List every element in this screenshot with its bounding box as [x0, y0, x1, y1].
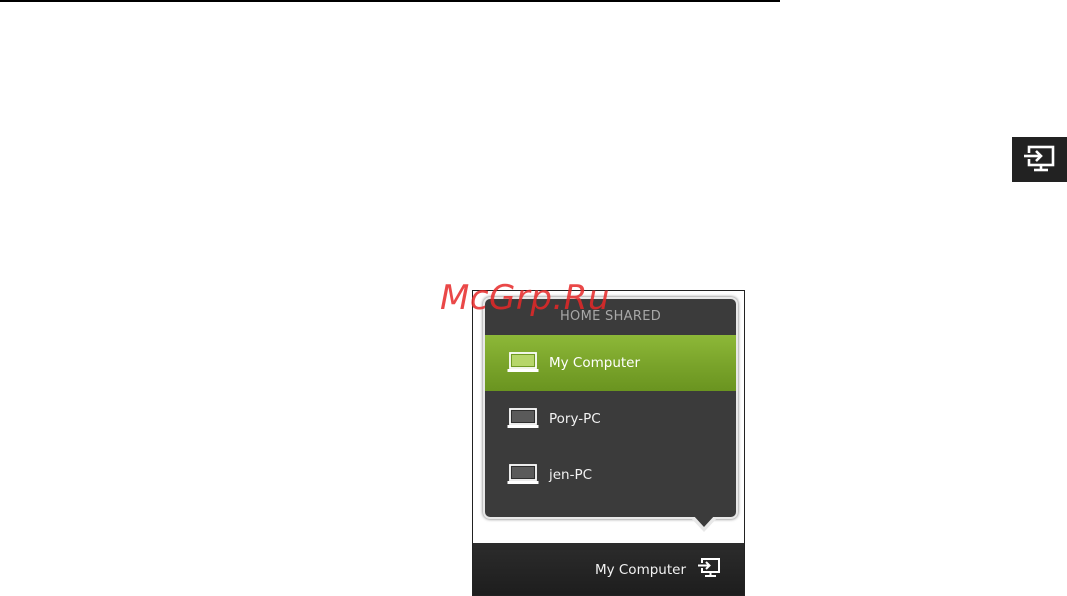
device-item-label: My Computer: [549, 355, 641, 371]
page: HOME SHARED My Computer Pory-PC jen-PC M…: [0, 0, 1067, 596]
device-item-label: jen-PC: [549, 467, 593, 483]
laptop-icon: [507, 408, 539, 430]
play-to-menu-screenshot: HOME SHARED My Computer Pory-PC jen-PC M…: [472, 290, 745, 596]
taskbar-device-label: My Computer: [594, 562, 686, 578]
play-to-icon: [1012, 137, 1067, 182]
device-item-jen-pc[interactable]: jen-PC: [485, 447, 736, 503]
popup-header: HOME SHARED: [559, 309, 662, 324]
laptop-icon: [507, 352, 539, 374]
device-item-label: Pory-PC: [549, 411, 601, 427]
popup-pointer-fill: [693, 515, 715, 527]
play-to-icon[interactable]: [696, 557, 722, 583]
taskbar: My Computer: [473, 543, 744, 595]
laptop-icon: [507, 464, 539, 486]
top-rule: [0, 0, 780, 2]
device-item-my-computer[interactable]: My Computer: [485, 335, 736, 391]
home-shared-popup: HOME SHARED My Computer Pory-PC jen-PC: [483, 297, 738, 532]
device-item-pory-pc[interactable]: Pory-PC: [485, 391, 736, 447]
